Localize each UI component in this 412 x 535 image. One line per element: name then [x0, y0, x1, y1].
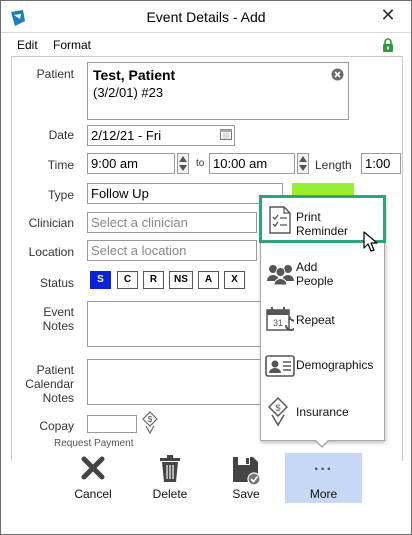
trash-icon: [160, 455, 180, 482]
start-time-field[interactable]: 9:00 am: [87, 153, 175, 174]
copay-field[interactable]: [87, 415, 137, 433]
status-label: Status: [39, 276, 74, 290]
event-notes-label-line2: Notes: [42, 319, 74, 333]
repeat-label: Repeat: [296, 313, 335, 327]
lock-icon: [383, 38, 393, 52]
spinner-down-icon[interactable]: [179, 165, 187, 171]
insurance-label: Insurance: [296, 405, 349, 419]
patient-calendar-notes-textarea[interactable]: [87, 359, 261, 405]
menu-item-demographics[interactable]: Demographics: [262, 345, 383, 389]
save-disk-icon: [233, 457, 261, 485]
calendar-repeat-icon: 31: [266, 307, 294, 331]
save-label: Save: [232, 487, 260, 501]
svg-text:31: 31: [273, 318, 283, 328]
time-label: Time: [47, 158, 74, 172]
popup-caret-fill: [315, 439, 329, 446]
date-field[interactable]: 2/12/21 - Fri: [87, 125, 235, 146]
spinner-up-icon[interactable]: [179, 156, 187, 162]
to-label: to: [196, 158, 205, 169]
pcn-label-line3: Notes: [42, 391, 74, 405]
patient-details: (3/2/01) #23: [93, 85, 164, 100]
status-button-a[interactable]: A: [198, 271, 219, 289]
clinician-label: Clinician: [28, 216, 74, 230]
type-label: Type: [47, 188, 74, 202]
demographics-label: Demographics: [296, 358, 374, 372]
menu-item-insurance[interactable]: $ Insurance: [262, 391, 383, 435]
event-details-window: Event Details - Add ✕ Edit Format Patien…: [0, 0, 412, 535]
start-time-spinner[interactable]: [177, 153, 189, 174]
patient-calendar-notes-label: Patient Calendar Notes: [10, 363, 74, 405]
spinner-up-icon[interactable]: [299, 156, 307, 162]
status-button-x[interactable]: X: [224, 271, 245, 289]
pcn-label-line1: Patient: [36, 363, 74, 377]
delete-label: Delete: [152, 487, 188, 501]
end-time-spinner[interactable]: [297, 153, 309, 174]
add-people-icon: [267, 265, 294, 285]
patient-name: Test, Patient: [93, 67, 176, 83]
more-dots-icon: ···: [314, 461, 333, 478]
cancel-button[interactable]: Cancel: [54, 453, 132, 503]
add-people-line1: Add: [296, 260, 318, 274]
print-reminder-line1: Print: [296, 210, 321, 224]
more-button[interactable]: ··· More: [285, 453, 362, 503]
location-label: Location: [28, 245, 74, 259]
print-reminder-icon: [269, 206, 291, 234]
copay-label: Copay: [39, 419, 74, 433]
status-button-c[interactable]: C: [117, 271, 138, 289]
menu-edit[interactable]: Edit: [17, 38, 38, 52]
length-field[interactable]: 1:00: [361, 153, 401, 174]
end-time-field[interactable]: 10:00 am: [209, 153, 295, 174]
save-button[interactable]: Save: [207, 453, 285, 503]
menu-format[interactable]: Format: [53, 38, 91, 52]
print-reminder-line2: Reminder: [296, 224, 349, 238]
title-bar: Event Details - Add ✕: [1, 1, 411, 33]
mouse-pointer-icon: [363, 231, 378, 252]
cancel-label: Cancel: [74, 487, 112, 501]
clinician-select[interactable]: Select a clinician: [87, 212, 257, 233]
spinner-down-icon[interactable]: [299, 165, 307, 171]
menu-item-add-people[interactable]: Add People: [262, 253, 383, 297]
status-button-s[interactable]: S: [90, 271, 111, 289]
clear-patient-icon[interactable]: [331, 68, 344, 81]
status-button-r[interactable]: R: [143, 271, 164, 289]
menu-bar: Edit Format: [1, 35, 411, 55]
date-label: Date: [48, 128, 74, 142]
request-payment-label: Request Payment: [54, 438, 134, 449]
calendar-picker-icon[interactable]: [220, 128, 232, 140]
patient-label: Patient: [36, 67, 74, 81]
cancel-x-icon: [81, 456, 105, 480]
status-button-ns[interactable]: NS: [169, 271, 193, 289]
event-notes-label: Event Notes: [10, 305, 74, 333]
patient-selector[interactable]: Test, Patient (3/2/01) #23: [87, 62, 349, 120]
type-field[interactable]: Follow Up: [87, 183, 283, 204]
delete-button[interactable]: Delete: [131, 453, 209, 503]
event-notes-textarea[interactable]: [87, 301, 261, 347]
print-reminder-label: Print Reminder: [296, 210, 348, 238]
location-select[interactable]: Select a location: [87, 240, 257, 261]
svg-text:$: $: [275, 403, 280, 413]
demographics-icon: [265, 355, 295, 377]
more-label: More: [309, 487, 338, 501]
request-payment-icon[interactable]: $: [141, 411, 159, 435]
event-notes-label-line1: Event: [43, 305, 74, 319]
add-people-line2: People: [296, 274, 334, 288]
close-window-button[interactable]: ✕: [377, 5, 399, 27]
menu-item-repeat[interactable]: 31 Repeat: [262, 299, 383, 343]
length-label: Length: [315, 158, 352, 172]
svg-text:$: $: [148, 415, 153, 424]
insurance-icon: $: [268, 397, 288, 427]
window-title: Event Details - Add: [146, 9, 266, 25]
add-people-label: Add People: [296, 260, 333, 288]
pcn-label-line2: Calendar: [25, 377, 74, 391]
